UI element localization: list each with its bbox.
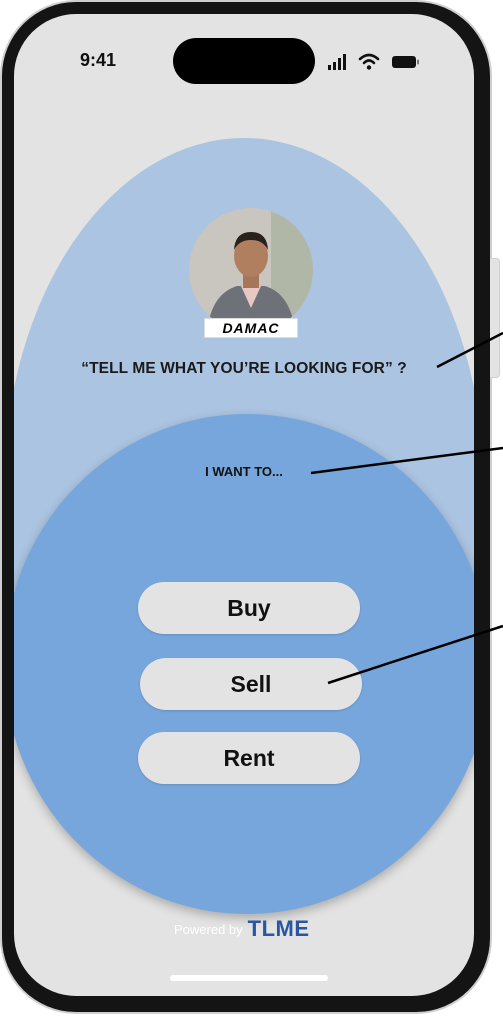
rent-button[interactable]: Rent	[138, 732, 360, 784]
signal-icon	[328, 54, 346, 70]
sell-button[interactable]: Sell	[140, 658, 362, 710]
side-button	[490, 258, 500, 378]
battery-icon	[392, 56, 419, 68]
dynamic-island	[173, 38, 315, 84]
app-screen: 9:41 DAMAC “TELL ME WHAT YOU’RE LOOKING …	[14, 14, 474, 996]
tlme-logo: TLME	[247, 916, 310, 941]
agent-avatar	[189, 208, 313, 332]
prompt-subheading: I WANT TO...	[205, 464, 283, 479]
wifi-icon	[358, 53, 380, 70]
agent-photo	[189, 208, 313, 332]
status-icons	[328, 53, 419, 70]
prompt-question: “TELL ME WHAT YOU’RE LOOKING FOR” ?	[81, 360, 407, 377]
powered-by: Powered by TLME	[174, 914, 324, 944]
damac-logo: DAMAC	[204, 318, 298, 338]
damac-logo-text: DAMAC	[222, 320, 279, 336]
buy-button[interactable]: Buy	[138, 582, 360, 634]
status-time: 9:41	[80, 50, 117, 70]
powered-by-label: Powered by	[174, 921, 243, 937]
home-indicator[interactable]	[170, 975, 328, 981]
